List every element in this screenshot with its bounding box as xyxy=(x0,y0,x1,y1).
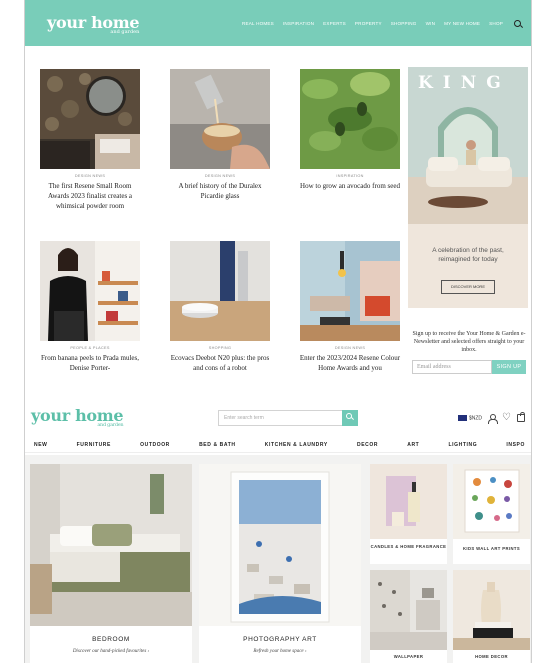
newsletter-email-input[interactable]: Email address xyxy=(412,360,492,374)
shop-search: Enter search term xyxy=(218,410,358,426)
newsletter-text: Sign up to receive the Your Home & Garde… xyxy=(412,331,526,353)
ad-brand: KING xyxy=(418,73,511,93)
tile-home-decor[interactable]: HOME DECOR xyxy=(453,570,530,663)
currency-label: $NZD xyxy=(468,415,483,422)
article-category: PEOPLE & PLACES xyxy=(70,346,110,350)
category-furniture[interactable]: FURNITURE xyxy=(77,437,111,452)
article-image[interactable] xyxy=(300,241,400,341)
article-category: SHOPPING xyxy=(208,346,232,350)
article-image[interactable] xyxy=(170,69,270,169)
tile-photography-art[interactable]: PHOTOGRAPHY ART Refresh your home space … xyxy=(199,464,361,663)
site-logo[interactable]: your home and garden xyxy=(47,15,140,35)
tile-image xyxy=(199,464,361,626)
tile-link[interactable]: Discover our hand-picked favourites › xyxy=(30,649,192,654)
article-title[interactable]: How to grow an avocado from seed xyxy=(299,181,401,191)
shop-tools: $NZD ♡ xyxy=(457,411,525,424)
tile-label: CANDLES & HOME FRAGRANCE xyxy=(370,544,447,549)
article-category: INSPIRATION xyxy=(336,174,364,178)
tile-label: HOME DECOR xyxy=(475,654,508,659)
tile-wallpaper[interactable]: WALLPAPER xyxy=(370,570,447,663)
ad-tagline: A celebration of the past, reimagined fo… xyxy=(432,247,504,263)
newsletter-form: Email address SIGN UP xyxy=(412,360,526,374)
tile-bedroom[interactable]: BEDROOM Discover our hand-picked favouri… xyxy=(30,464,192,663)
site-header: your home and garden REAL HOMES INSPIRAT… xyxy=(25,0,531,46)
newsletter-signup-button[interactable]: SIGN UP xyxy=(492,360,526,374)
page-frame: your home and garden REAL HOMES INSPIRAT… xyxy=(24,0,532,663)
tile-image xyxy=(370,570,447,650)
article-category: DESIGN NEWS xyxy=(204,174,236,178)
nav-shopping[interactable]: SHOPPING xyxy=(391,21,417,26)
tile-image xyxy=(370,464,447,539)
shop-search-input[interactable]: Enter search term xyxy=(218,410,342,426)
article-image[interactable] xyxy=(170,241,270,341)
tile-label: BEDROOM xyxy=(92,636,130,643)
article-card[interactable]: PEOPLE & PLACES From banana peels to Pra… xyxy=(39,241,141,373)
nav-experts[interactable]: EXPERTS xyxy=(323,21,346,26)
user-icon[interactable] xyxy=(488,413,499,424)
article-title[interactable]: The first Resene Small Room Awards 2023 … xyxy=(39,181,141,211)
heart-icon[interactable]: ♡ xyxy=(502,413,511,423)
category-bed-bath[interactable]: BED & BATH xyxy=(199,437,235,452)
nav-win[interactable]: WIN xyxy=(426,21,436,26)
currency-selector[interactable]: $NZD xyxy=(457,414,483,422)
category-art[interactable]: ART xyxy=(407,437,419,452)
article-image[interactable] xyxy=(40,69,140,169)
shop-logo[interactable]: your home and garden xyxy=(31,406,124,428)
article-card[interactable]: SHOPPING Ecovacs Deebot N20 plus: the pr… xyxy=(169,241,271,373)
category-new[interactable]: NEW xyxy=(34,437,47,452)
search-icon[interactable] xyxy=(514,19,521,27)
category-outdoor[interactable]: OUTDOOR xyxy=(140,437,170,452)
shop-search-button[interactable] xyxy=(342,410,358,426)
tile-label: WALLPAPER xyxy=(393,654,424,659)
article-title[interactable]: Ecovacs Deebot N20 plus: the pros and co… xyxy=(169,353,271,373)
article-title[interactable]: Enter the 2023/2024 Resene Colour Home A… xyxy=(299,353,401,373)
nav-shop[interactable]: SHOP xyxy=(489,21,503,26)
tile-label: PHOTOGRAPHY ART xyxy=(243,636,317,643)
ad-discover-button[interactable]: DISCOVER MORE xyxy=(441,280,495,294)
tile-link[interactable]: Refresh your home space › xyxy=(199,649,361,654)
category-kitchen-laundry[interactable]: KITCHEN & LAUNDRY xyxy=(265,437,328,452)
tile-image xyxy=(30,464,192,626)
search-icon xyxy=(346,413,352,419)
article-title[interactable]: From banana peels to Prada mules, Denise… xyxy=(39,353,141,373)
site-logo-sub: and garden xyxy=(110,29,140,35)
advertisement[interactable]: KING A celebration of the past, reimagin… xyxy=(408,67,528,308)
article-category: DESIGN NEWS xyxy=(334,346,366,350)
category-decor[interactable]: DECOR xyxy=(357,437,378,452)
category-lighting[interactable]: LIGHTING xyxy=(449,437,478,452)
main-nav: REAL HOMES INSPIRATION EXPERTS PROPERTY … xyxy=(242,19,521,27)
article-image[interactable] xyxy=(40,241,140,341)
article-title[interactable]: A brief history of the Duralex Picardie … xyxy=(169,181,271,201)
nav-property[interactable]: PROPERTY xyxy=(355,21,382,26)
tile-image xyxy=(453,570,530,650)
tile-image xyxy=(453,464,530,539)
article-category: DESIGN NEWS xyxy=(74,174,106,178)
tile-candles[interactable]: CANDLES & HOME FRAGRANCE xyxy=(370,464,447,564)
nav-my-new-home[interactable]: MY NEW HOME xyxy=(444,21,480,26)
nav-inspiration[interactable]: INSPIRATION xyxy=(283,21,314,26)
article-image[interactable] xyxy=(300,69,400,169)
article-card[interactable]: DESIGN NEWS Enter the 2023/2024 Resene C… xyxy=(299,241,401,373)
ad-image[interactable]: KING xyxy=(408,67,528,224)
tile-label: KIDS WALL ART PRINTS xyxy=(462,546,521,551)
bag-icon[interactable] xyxy=(517,411,525,422)
shop-category-nav: NEW FURNITURE OUTDOOR BED & BATH KITCHEN… xyxy=(25,437,531,453)
article-card[interactable]: DESIGN NEWS The first Resene Small Room … xyxy=(39,69,141,211)
nz-flag-icon xyxy=(457,414,467,421)
article-card[interactable]: DESIGN NEWS A brief history of the Dural… xyxy=(169,69,271,201)
article-card[interactable]: INSPIRATION How to grow an avocado from … xyxy=(299,69,401,191)
nav-real-homes[interactable]: REAL HOMES xyxy=(242,21,274,26)
tile-kids-wall-art[interactable]: KIDS WALL ART PRINTS xyxy=(453,464,530,564)
category-inspo[interactable]: INSPO xyxy=(506,437,525,452)
